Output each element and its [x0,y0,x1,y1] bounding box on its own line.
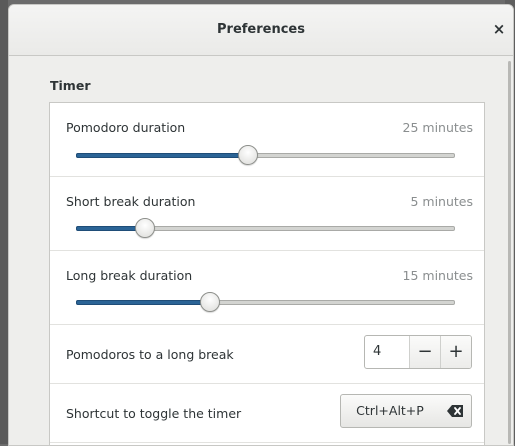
decrement-button[interactable]: − [409,336,440,368]
short-break-duration-slider[interactable] [76,218,455,238]
short-break-duration-value: 5 minutes [410,194,473,209]
pomodoros-to-long-break-label: Pomodoros to a long break [66,347,234,362]
long-break-duration-value: 15 minutes [402,268,473,283]
pomodoro-duration-slider[interactable] [76,145,455,165]
list-item-long-break-duration: Long break duration 15 minutes [50,251,484,325]
slider-fill [76,153,249,158]
toggle-shortcut-label: Shortcut to toggle the timer [66,406,242,421]
increment-button[interactable]: + [440,336,471,368]
long-break-duration-label: Long break duration [66,268,193,283]
plus-icon: + [448,341,464,362]
slider-fill [76,300,211,305]
scrollbar[interactable] [508,61,511,444]
section-title-timer: Timer [50,78,91,93]
clear-shortcut-button[interactable] [439,394,472,428]
close-button[interactable]: × [489,19,509,39]
backspace-icon [447,405,463,417]
titlebar: Preferences × [9,5,513,56]
window-title: Preferences [217,22,305,37]
short-break-duration-label: Short break duration [66,194,196,209]
slider-handle[interactable] [199,292,220,312]
pomodoro-duration-value: 25 minutes [402,120,473,135]
pomodoros-count-value[interactable]: 4 [373,344,381,359]
pomodoro-duration-label: Pomodoro duration [66,120,186,135]
list-item-short-break-duration: Short break duration 5 minutes [50,177,484,251]
long-break-duration-slider[interactable] [76,292,455,312]
pomodoros-count-spinbutton[interactable]: 4 − + [364,335,472,369]
close-icon: × [492,20,506,38]
minus-icon: − [417,341,433,362]
background-window-left [0,0,8,444]
slider-handle[interactable] [237,145,258,165]
list-item-toggle-shortcut: Shortcut to toggle the timer Ctrl+Alt+P [50,384,484,443]
timer-settings-list: Pomodoro duration 25 minutes Short break… [49,102,485,445]
list-item-pomodoro-duration: Pomodoro duration 25 minutes [50,103,484,177]
slider-handle[interactable] [135,218,156,238]
preferences-dialog: Preferences × Timer Pomodoro duration 25… [8,4,514,446]
list-item-pomodoros-to-long-break: Pomodoros to a long break 4 − + [50,325,484,384]
shortcut-button[interactable]: Ctrl+Alt+P [340,394,440,428]
